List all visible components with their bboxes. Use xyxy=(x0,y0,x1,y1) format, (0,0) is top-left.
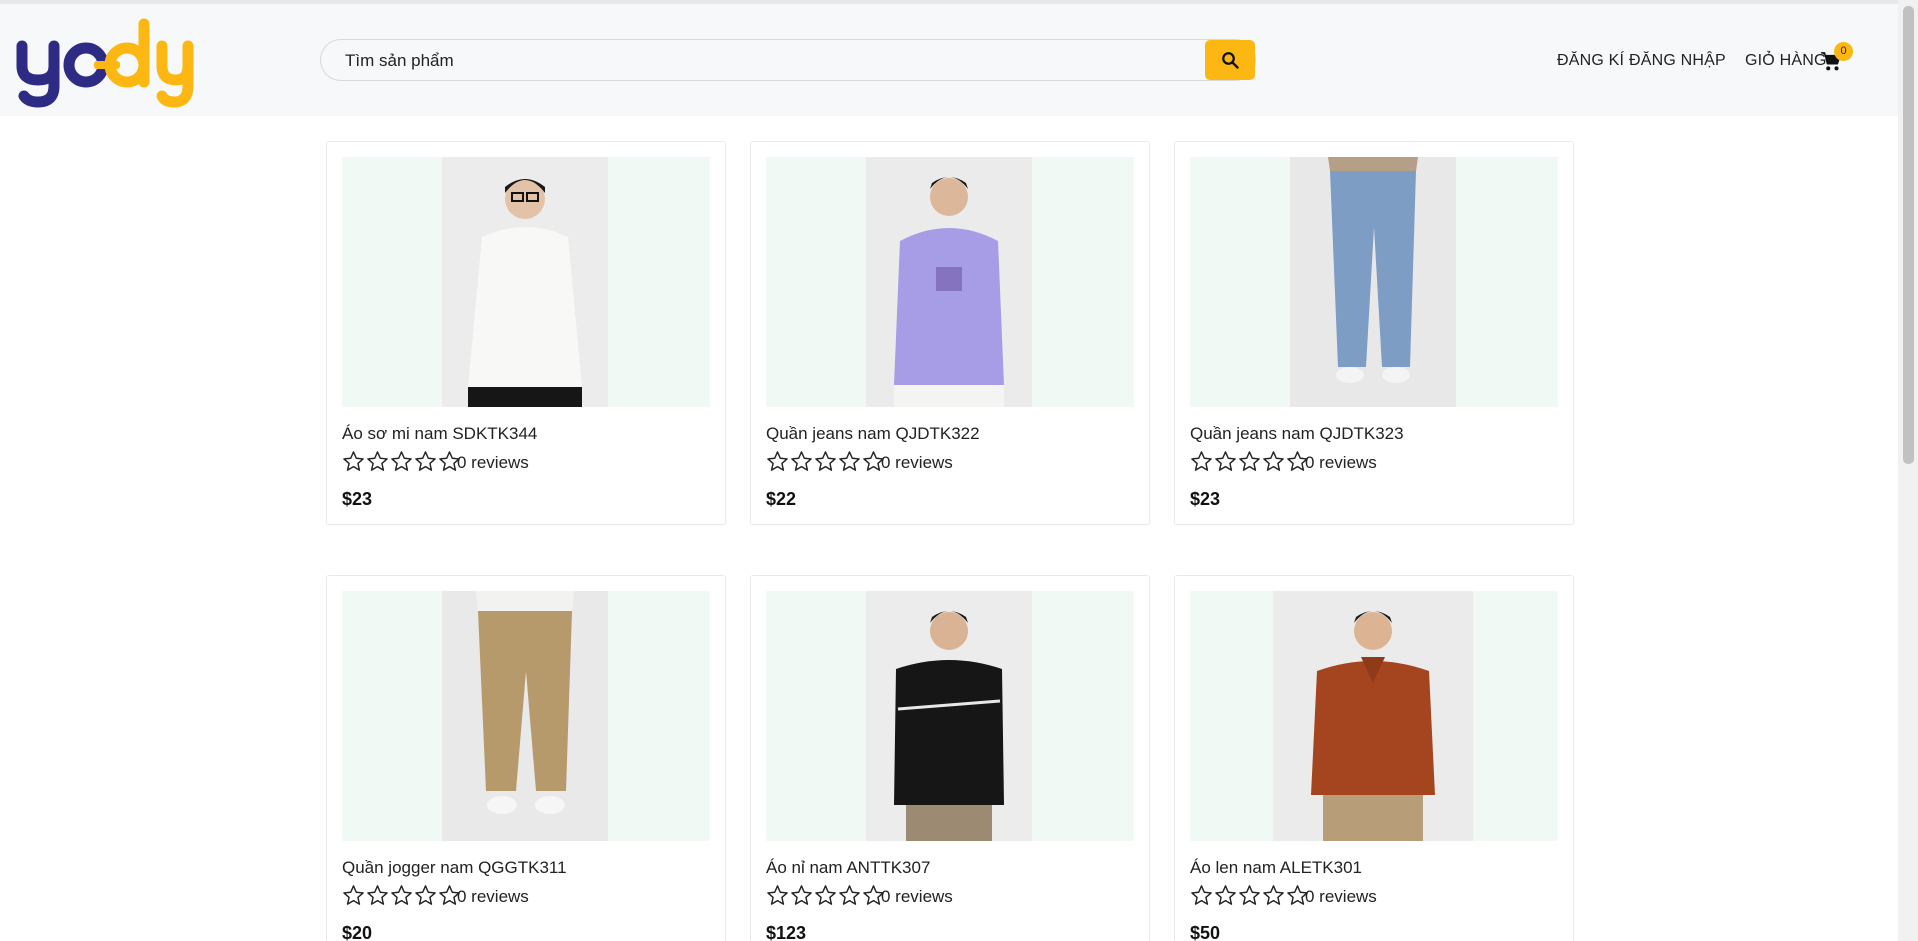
product-price: $22 xyxy=(766,489,797,509)
product-name[interactable]: Áo nỉ nam ANTTK307 xyxy=(766,858,930,878)
search-button[interactable] xyxy=(1205,40,1255,80)
review-count: 0 reviews xyxy=(1305,887,1377,906)
star-outline-icon xyxy=(1191,451,1212,471)
product-price: $23 xyxy=(342,489,373,509)
review-count: 0 reviews xyxy=(881,453,953,472)
star-outline-icon xyxy=(767,885,788,905)
star-outline-icon xyxy=(367,451,388,471)
product-card[interactable]: Áo sơ mi nam SDKTK344 0 reviews $23 xyxy=(326,141,726,525)
product-price: $123 xyxy=(766,923,807,941)
product-name[interactable]: Quần jeans nam QJDTK322 xyxy=(766,424,980,444)
product-name[interactable]: Quần jogger nam QGGTK311 xyxy=(342,858,567,878)
star-outline-icon xyxy=(1263,885,1284,905)
scrollbar-thumb[interactable] xyxy=(1903,6,1914,464)
login-link[interactable]: ĐĂNG NHẬP xyxy=(1629,52,1726,70)
star-outline-icon xyxy=(839,451,860,471)
rating-stars xyxy=(342,884,461,908)
star-outline-icon xyxy=(767,451,788,471)
star-outline-icon xyxy=(415,451,436,471)
rating-stars xyxy=(1190,450,1309,474)
product-card[interactable]: Áo nỉ nam ANTTK307 0 reviews $123 xyxy=(750,575,1150,941)
lavender-hoodie-man-photo xyxy=(866,157,1032,407)
product-image[interactable] xyxy=(766,157,1134,407)
star-outline-icon xyxy=(343,885,364,905)
product-image[interactable] xyxy=(766,591,1134,841)
cart-link[interactable]: GIỎ HÀNG xyxy=(1745,52,1827,70)
product-name[interactable]: Áo len nam ALETK301 xyxy=(1190,858,1362,878)
star-outline-icon xyxy=(367,885,388,905)
product-image[interactable] xyxy=(342,591,710,841)
rating-stars xyxy=(1190,884,1309,908)
star-outline-icon xyxy=(791,451,812,471)
product-card[interactable]: Quần jogger nam QGGTK311 0 reviews $20 xyxy=(326,575,726,941)
register-link[interactable]: ĐĂNG KÍ xyxy=(1557,52,1624,70)
yody-logo[interactable] xyxy=(16,16,196,108)
rating-stars xyxy=(342,450,461,474)
cart-count-badge: 0 xyxy=(1834,42,1853,61)
product-price: $50 xyxy=(1190,923,1221,941)
star-outline-icon xyxy=(1239,885,1260,905)
product-name[interactable]: Quần jeans nam QJDTK323 xyxy=(1190,424,1404,444)
product-price: $20 xyxy=(342,923,373,941)
search-icon xyxy=(1222,52,1239,69)
star-outline-icon xyxy=(391,451,412,471)
product-card[interactable]: Áo len nam ALETK301 0 reviews $50 xyxy=(1174,575,1574,941)
star-outline-icon xyxy=(1263,451,1284,471)
star-outline-icon xyxy=(391,885,412,905)
star-outline-icon xyxy=(815,885,836,905)
product-image[interactable] xyxy=(1190,157,1558,407)
search-input[interactable] xyxy=(345,49,1215,73)
rating-stars xyxy=(766,450,885,474)
review-count: 0 reviews xyxy=(457,453,529,472)
rating-stars xyxy=(766,884,885,908)
star-outline-icon xyxy=(415,885,436,905)
star-outline-icon xyxy=(791,885,812,905)
star-outline-icon xyxy=(1215,451,1236,471)
star-outline-icon xyxy=(815,451,836,471)
site-header: ĐĂNG KÍ ĐĂNG NHẬP GIỎ HÀNG 0 xyxy=(0,4,1898,116)
khaki-jogger-legs-photo xyxy=(442,591,608,841)
star-outline-icon xyxy=(1191,885,1212,905)
product-image[interactable] xyxy=(342,157,710,407)
product-name[interactable]: Áo sơ mi nam SDKTK344 xyxy=(342,424,537,444)
rust-polo-sweater-man-photo xyxy=(1273,591,1473,841)
star-outline-icon xyxy=(1215,885,1236,905)
blue-jeans-legs-photo xyxy=(1290,157,1456,407)
product-card[interactable]: Quần jeans nam QJDTK323 0 reviews $23 xyxy=(1174,141,1574,525)
star-outline-icon xyxy=(343,451,364,471)
review-count: 0 reviews xyxy=(457,887,529,906)
review-count: 0 reviews xyxy=(1305,453,1377,472)
product-image[interactable] xyxy=(1190,591,1558,841)
product-card[interactable]: Quần jeans nam QJDTK322 0 reviews $22 xyxy=(750,141,1150,525)
black-sweatshirt-man-photo xyxy=(866,591,1032,841)
star-outline-icon xyxy=(839,885,860,905)
star-outline-icon xyxy=(1239,451,1260,471)
search-bar xyxy=(320,39,1256,81)
product-price: $23 xyxy=(1190,489,1221,509)
white-shirt-man-photo xyxy=(442,157,608,407)
review-count: 0 reviews xyxy=(881,887,953,906)
